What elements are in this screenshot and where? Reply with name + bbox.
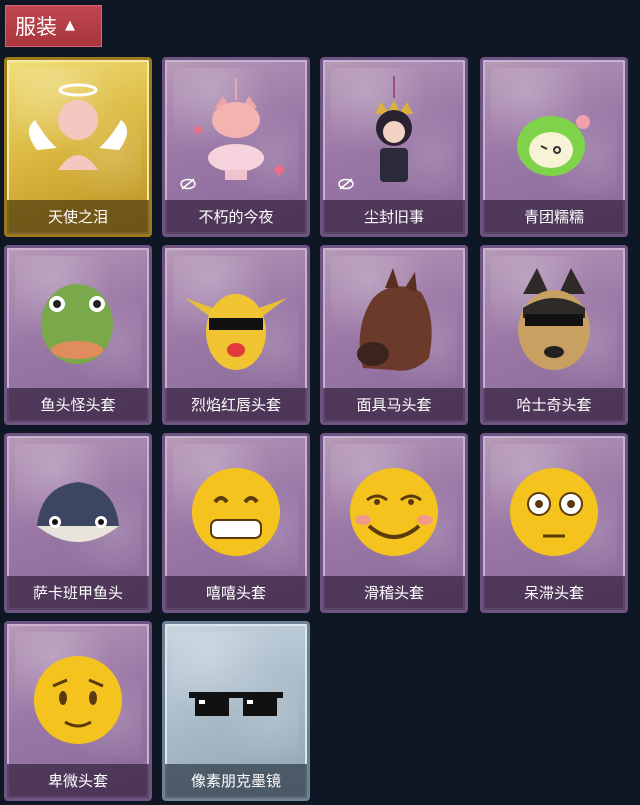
item-name: 青团糯糯 (483, 200, 625, 234)
chevron-up-icon: ▲ (65, 17, 75, 33)
item-card-angel-tears[interactable]: 天使之泪 (4, 57, 152, 237)
item-name: 萨卡班甲鱼头 (7, 576, 149, 610)
costume-tab-label: 服装 (15, 15, 57, 39)
costume-tab[interactable]: 服装 ▲ (5, 5, 102, 47)
sacabambaspis-head-icon (37, 482, 119, 542)
item-name: 不朽的今夜 (165, 200, 307, 234)
angel-doll-icon (28, 83, 128, 170)
item-card-dazed[interactable]: 呆滞头套 (480, 433, 628, 613)
item-name: 呆滞头套 (483, 576, 625, 610)
husky-mask-icon (518, 268, 590, 370)
item-card-dusty-past[interactable]: 尘封旧事 (320, 57, 468, 237)
item-card-red-lips[interactable]: 烈焰红唇头套 (162, 245, 310, 425)
grin-emoji-head-icon (192, 468, 280, 556)
item-name: 尘封旧事 (323, 200, 465, 234)
item-name: 烈焰红唇头套 (165, 388, 307, 422)
fish-head-mask-icon (41, 284, 113, 364)
item-name: 天使之泪 (7, 200, 149, 234)
item-card-pixel-sunglasses[interactable]: 像素朋克墨镜 (162, 621, 310, 801)
hidden-eye-icon (180, 178, 196, 190)
item-card-green-mochi[interactable]: 青团糯糯 (480, 57, 628, 237)
funny-emoji-head-icon (350, 468, 438, 556)
item-card-husky[interactable]: 哈士奇头套 (480, 245, 628, 425)
item-card-sacabambaspis[interactable]: 萨卡班甲鱼头 (4, 433, 152, 613)
item-card-funny[interactable]: 滑稽头套 (320, 433, 468, 613)
item-name: 卑微头套 (7, 764, 149, 798)
item-card-humble[interactable]: 卑微头套 (4, 621, 152, 801)
humble-emoji-head-icon (34, 656, 122, 744)
hidden-eye-icon (338, 178, 354, 190)
green-mochi-icon (517, 115, 590, 176)
item-card-horse-mask[interactable]: 面具马头套 (320, 245, 468, 425)
yellow-lips-mask-icon (185, 294, 287, 370)
item-name: 像素朋克墨镜 (165, 764, 307, 798)
item-card-fish-head[interactable]: 鱼头怪头套 (4, 245, 152, 425)
item-card-grin[interactable]: 嘻嘻头套 (162, 433, 310, 613)
dazed-emoji-head-icon (510, 468, 598, 556)
horse-mask-icon (357, 268, 432, 371)
item-name: 滑稽头套 (323, 576, 465, 610)
pixel-sunglasses-icon (189, 692, 283, 716)
item-card-immortal-tonight[interactable]: 不朽的今夜 (162, 57, 310, 237)
item-name: 嘻嘻头套 (165, 576, 307, 610)
item-name: 哈士奇头套 (483, 388, 625, 422)
item-name: 面具马头套 (323, 388, 465, 422)
item-name: 鱼头怪头套 (7, 388, 149, 422)
